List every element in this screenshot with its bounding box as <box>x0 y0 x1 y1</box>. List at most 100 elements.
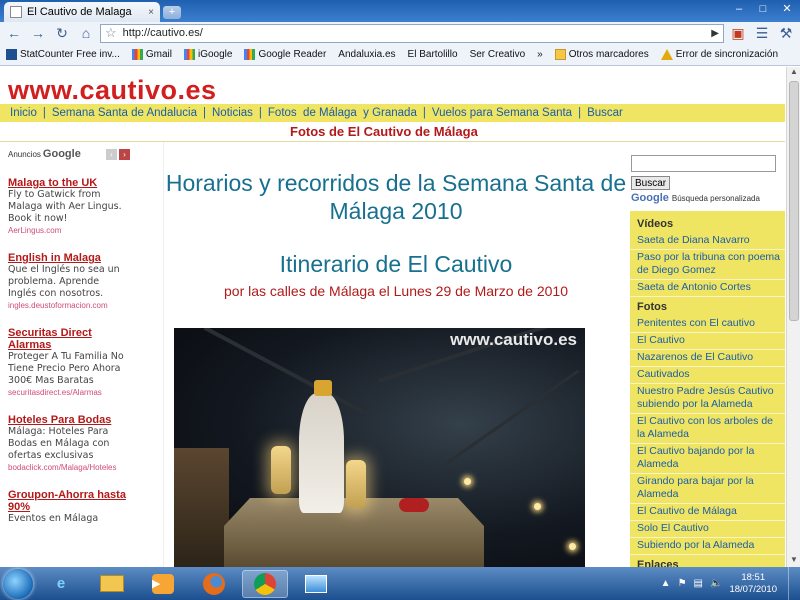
scroll-up-arrow-icon[interactable]: ▲ <box>787 67 800 79</box>
sidebar-section-videos: Vídeos <box>637 218 674 230</box>
home-icon[interactable]: ⌂ <box>76 24 96 42</box>
ad-url[interactable]: bodaclick.com/Malaga/Hoteles <box>8 462 130 473</box>
search-button[interactable]: Buscar <box>631 176 671 190</box>
scrollbar-thumb[interactable] <box>789 81 799 321</box>
sidebar-link[interactable]: Cautivados <box>630 367 785 384</box>
extension-gift-icon[interactable]: ▣ <box>728 24 748 42</box>
go-arrow-icon[interactable]: ▶ <box>711 28 719 39</box>
ad-item[interactable]: Groupon-Ahorra hasta 90% Eventos en Mála… <box>8 489 130 525</box>
bookmarks-overflow-chevron[interactable]: » <box>537 49 543 60</box>
nav-semana-santa[interactable]: Semana Santa de Andalucia <box>52 107 197 119</box>
ads-next-arrow-icon[interactable]: › <box>119 148 130 160</box>
page-title: Horarios y recorridos de la Semana Santa… <box>165 170 627 224</box>
taskbar-firefox-icon[interactable] <box>191 570 237 598</box>
sidebar-link[interactable]: Saeta de Antonio Cortes <box>630 280 785 297</box>
ad-title[interactable]: Groupon-Ahorra hasta 90% <box>8 489 130 513</box>
ad-url[interactable]: AerLingus.com <box>8 225 130 236</box>
tray-expand-icon[interactable]: ▲ <box>661 578 671 589</box>
minimize-button[interactable]: – <box>730 2 748 16</box>
taskbar-ie-icon[interactable]: e <box>38 570 84 598</box>
sidebar-link[interactable]: El Cautivo <box>630 333 785 350</box>
bookmark-label: Error de sincronización <box>675 49 779 60</box>
page-menu-icon[interactable]: ☰ <box>752 24 772 42</box>
sync-error-indicator[interactable]: Error de sincronización <box>660 49 779 60</box>
action-center-flag-icon[interactable]: ⚑ <box>678 578 687 589</box>
new-tab-button[interactable]: + <box>163 6 181 19</box>
bookmark-google-reader[interactable]: Google Reader <box>244 49 326 60</box>
taskbar-explorer-folder-icon[interactable] <box>89 570 135 598</box>
sidebar-link[interactable]: Saeta de Diana Navarro <box>630 233 785 250</box>
search-input[interactable] <box>631 155 776 172</box>
ad-url[interactable]: ingles.deustoformacion.com <box>8 300 130 311</box>
photos-link[interactable]: Fotos de El Cautivo de Málaga <box>290 124 478 139</box>
ad-title[interactable]: English in Malaga <box>8 252 130 264</box>
nav-separator: | <box>578 107 582 119</box>
bookmark-ser-creativo[interactable]: Ser Creativo <box>0 49 525 122</box>
bookmark-el-bartolillo[interactable]: El Bartolillo <box>0 49 458 122</box>
scroll-down-arrow-icon[interactable]: ▼ <box>787 555 800 567</box>
column-divider <box>163 142 164 567</box>
bookmark-label: Google Reader <box>258 49 327 60</box>
bookmark-igoogle[interactable]: iGoogle <box>183 49 233 60</box>
ad-item[interactable]: Securitas Direct Alarmas Proteger A Tu F… <box>8 327 130 398</box>
volume-icon[interactable]: 🔈 <box>710 578 722 589</box>
ads-prev-arrow-icon[interactable]: ‹ <box>106 148 117 160</box>
bookmark-andaluxia[interactable]: Andaluxia.es <box>0 49 396 122</box>
browser-tab[interactable]: El Cautivo de Malaga × <box>4 2 160 22</box>
wrench-menu-icon[interactable]: ⚒ <box>776 24 796 42</box>
bookmark-gmail[interactable]: Gmail <box>131 49 172 60</box>
ads-label: Anuncios <box>8 149 41 159</box>
reload-icon[interactable]: ↻ <box>52 24 72 42</box>
clock-time: 18:51 <box>741 571 766 583</box>
sidebar-link[interactable]: Penitentes con El cautivo <box>630 316 785 333</box>
page-scrollbar[interactable]: ▲ ▼ <box>786 67 800 567</box>
taskbar-media-player-icon[interactable]: ▶ <box>140 570 186 598</box>
close-window-button[interactable]: ✕ <box>778 2 796 16</box>
sidebar-link[interactable]: El Cautivo con los arboles de la Alameda <box>630 414 785 444</box>
bookmark-label: Otros marcadores <box>568 49 649 60</box>
show-desktop-button[interactable] <box>788 567 800 600</box>
tab-close-icon[interactable]: × <box>148 7 154 18</box>
nav-vuelos[interactable]: Vuelos para Semana Santa <box>432 107 572 119</box>
ad-title[interactable]: Securitas Direct Alarmas <box>8 327 130 351</box>
bookmark-statcounter[interactable]: StatCounter Free inv... <box>6 49 120 60</box>
forward-arrow-icon[interactable]: → <box>28 24 48 42</box>
network-icon[interactable]: ▤ <box>694 578 703 589</box>
sidebar-link[interactable]: Solo El Cautivo <box>630 521 785 538</box>
bookmark-star-icon[interactable]: ☆ <box>105 25 117 41</box>
ad-body: Proteger A Tu Familia No Tiene Precio Pe… <box>8 351 124 386</box>
nav-fotos[interactable]: Fotos de Málaga y Granada <box>268 107 417 119</box>
taskbar-chrome-icon[interactable] <box>242 569 288 598</box>
start-button[interactable] <box>3 568 33 599</box>
bookmark-label: iGoogle <box>197 49 233 60</box>
sidebar-link[interactable]: El Cautivo bajando por la Alameda <box>630 444 785 474</box>
address-bar-url: http://cautivo.es/ <box>122 27 203 39</box>
sidebar-link[interactable]: Nuestro Padre Jesús Cautivo subiendo por… <box>630 384 785 414</box>
ad-item[interactable]: Malaga to the UK Fly to Gatwick from Mal… <box>8 177 130 236</box>
site-search: Buscar Google Búsqueda personalizada <box>631 155 776 204</box>
sidebar-link[interactable]: Paso por la tribuna con poema de Diego G… <box>630 250 785 280</box>
procession-photo[interactable]: www.cautivo.es <box>174 328 585 567</box>
ad-url[interactable]: securitasdirect.es/Alarmas <box>8 387 130 398</box>
sidebar-link[interactable]: Nazarenos de El Cautivo <box>630 350 785 367</box>
ad-title[interactable]: Malaga to the UK <box>8 177 130 189</box>
tab-title: El Cautivo de Malaga <box>27 6 132 18</box>
ad-item[interactable]: Hoteles Para Bodas Málaga: Hoteles Para … <box>8 414 130 473</box>
site-logo[interactable]: www.cautivo.es <box>8 75 217 106</box>
nav-noticias[interactable]: Noticias <box>212 107 253 119</box>
system-clock[interactable]: 18:51 18/07/2010 <box>729 572 777 596</box>
sidebar-link[interactable]: Subiendo por la Alameda <box>630 538 785 555</box>
back-arrow-icon[interactable]: ← <box>4 24 24 42</box>
ad-title[interactable]: Hoteles Para Bodas <box>8 414 130 426</box>
taskbar-photo-gallery-icon[interactable] <box>293 570 339 598</box>
ad-item[interactable]: English in Malaga Que el Inglés no sea u… <box>8 252 130 311</box>
sidebar-link[interactable]: El Cautivo de Málaga <box>630 504 785 521</box>
nav-buscar[interactable]: Buscar <box>587 107 623 119</box>
nav-inicio[interactable]: Inicio <box>10 107 37 119</box>
maximize-button[interactable]: □ <box>754 2 772 16</box>
nav-separator: | <box>203 107 206 119</box>
address-bar[interactable]: ☆ http://cautivo.es/ ▶ <box>100 23 724 43</box>
sidebar-link[interactable]: Girando para bajar por la Alameda <box>630 474 785 504</box>
bookmark-otros-marcadores[interactable]: Otros marcadores <box>554 49 649 60</box>
google-icon <box>183 49 195 60</box>
